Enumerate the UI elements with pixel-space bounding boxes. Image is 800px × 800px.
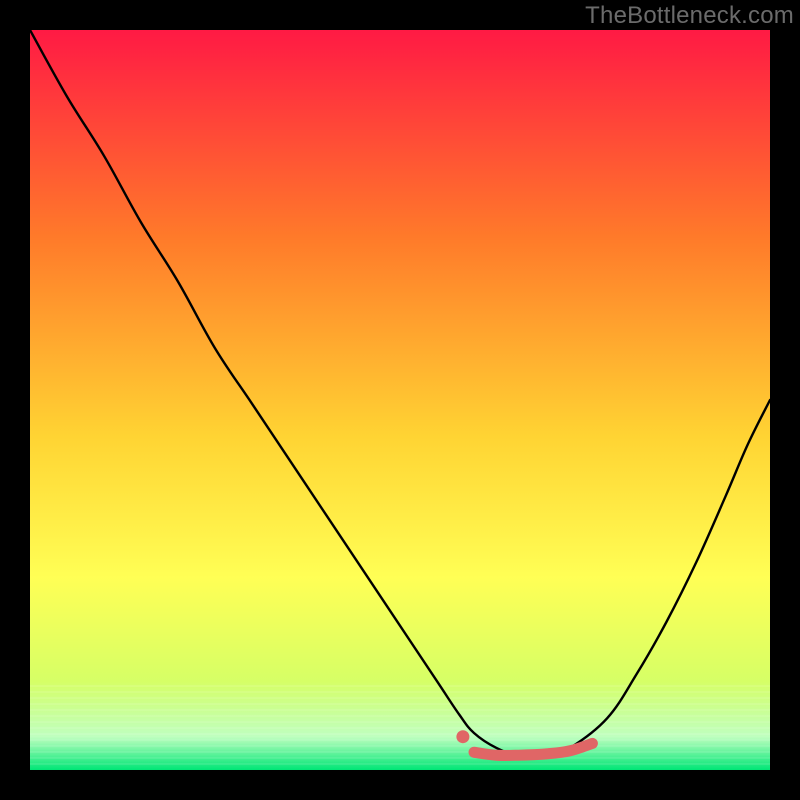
- gradient-background: [30, 30, 770, 770]
- plot-area: [30, 30, 770, 770]
- chart-frame: TheBottleneck.com: [0, 0, 800, 800]
- chart-svg: [30, 30, 770, 770]
- optimal-marker-dot: [456, 730, 469, 743]
- watermark-text: TheBottleneck.com: [585, 2, 794, 30]
